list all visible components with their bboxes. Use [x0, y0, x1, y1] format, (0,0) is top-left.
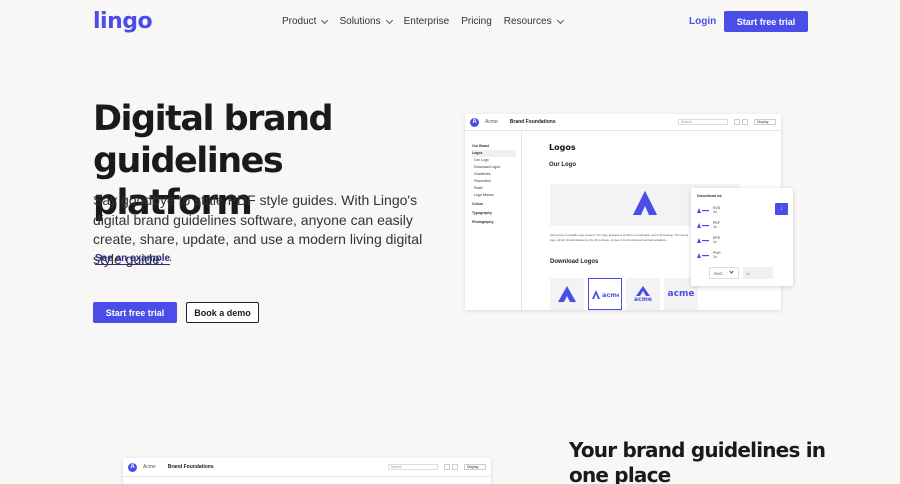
- nav-item-resources[interactable]: Resources: [503, 16, 564, 27]
- book-demo-button[interactable]: Book a demo: [186, 302, 259, 323]
- mock-sidebar-item: Our Logo: [474, 158, 489, 162]
- svg-text:acme: acme: [602, 291, 619, 299]
- square-icon: [444, 464, 450, 470]
- format-label: PDF 1x: [713, 221, 720, 229]
- mock-sidebar-item: Placement: [474, 179, 491, 183]
- format-select: SVG: [709, 267, 739, 279]
- mock-sidebar-item: Guidelines: [474, 172, 491, 176]
- acme-horizontal-icon: [697, 222, 709, 228]
- mock-sidebar-item: Logo Misuse: [474, 193, 494, 197]
- nav-item-product[interactable]: Product: [282, 16, 329, 27]
- format-name: PDF: [713, 220, 720, 225]
- mock-sidebar-item: Logos: [472, 150, 516, 157]
- nav-item-solutions[interactable]: Solutions: [339, 16, 393, 27]
- mock-header: A Acme Brand Foundations Search Display: [123, 458, 491, 477]
- acme-logo-icon: A: [128, 462, 137, 472]
- mock-download-heading: Download Logos: [550, 259, 599, 265]
- mock-search: Search: [678, 119, 728, 125]
- mock-sidebar-item: Our Brand: [472, 144, 490, 148]
- download-format-list: SVG 1x PDF 1x EPS 1x PNG 1x: [697, 202, 787, 262]
- mock-toolbar: [444, 464, 458, 470]
- square-icon: [742, 119, 748, 125]
- download-popover-title: Download as: [697, 193, 722, 198]
- mock-display-select: Display: [754, 119, 776, 125]
- download-format-row: PNG 1x: [697, 247, 787, 262]
- mock-sidebar-item: Scale: [474, 186, 483, 190]
- mock-our-logo: Our Logo: [549, 162, 576, 168]
- acme-horizontal-icon: [697, 207, 709, 213]
- format-name: EPS: [713, 235, 721, 240]
- download-format-row: PDF 1x: [697, 217, 787, 232]
- nav-label: Pricing: [461, 16, 492, 27]
- mock-toolbar: [734, 119, 748, 125]
- logo-tile-horizontal: acme: [588, 278, 622, 310]
- format-name: PNG: [713, 250, 721, 255]
- mock-workspace: Acme: [485, 119, 498, 125]
- mock-heading: Logos: [549, 143, 576, 152]
- tile-wordmark: acme: [667, 289, 695, 299]
- mock-description: Acme has a versatile logo system. Our lo…: [550, 233, 689, 242]
- start-free-trial-button[interactable]: Start free trial: [724, 11, 808, 32]
- acme-horizontal-icon: acme: [592, 290, 619, 299]
- mock-sidebar-item: Colors: [472, 202, 484, 206]
- mock-display-select: Display: [464, 464, 486, 470]
- chevron-down-icon: [729, 269, 735, 274]
- mock-content: Logos Our Logo: [549, 143, 771, 168]
- mock-sidebar-item: Typography: [472, 211, 492, 215]
- format-select-value: SVG: [714, 270, 723, 276]
- format-scale: 1x: [713, 209, 717, 214]
- mock-workspace: Acme: [143, 464, 156, 470]
- mock-brand-title: Brand Foundations: [509, 119, 556, 125]
- see-example-link[interactable]: See an example: [95, 253, 171, 265]
- nav-item-pricing[interactable]: Pricing: [461, 16, 492, 27]
- square-icon: [734, 119, 740, 125]
- nav-item-enterprise[interactable]: Enterprise: [404, 16, 450, 27]
- lingo-logo[interactable]: lingo: [93, 9, 153, 34]
- nav-label: Solutions: [339, 16, 381, 27]
- nav-label: Enterprise: [403, 16, 450, 27]
- square-icon: [452, 464, 458, 470]
- login-link[interactable]: Login: [689, 16, 716, 27]
- chevron-down-icon: [556, 16, 564, 24]
- format-scale: 1x: [713, 254, 717, 259]
- acme-logo-icon: A: [470, 117, 479, 127]
- format-label: EPS 1x: [713, 236, 720, 244]
- format-label: PNG 1x: [713, 251, 721, 259]
- mock-sidebar-item: Photography: [472, 220, 494, 224]
- product-screenshot-2: A Acme Brand Foundations Search Display: [123, 458, 491, 484]
- mock-search: Search: [388, 464, 438, 470]
- chevron-down-icon: [321, 16, 329, 24]
- acme-horizontal-icon: [697, 252, 709, 258]
- format-scale: 1x: [713, 239, 717, 244]
- download-popover: Download as ↓ SVG 1x PDF 1x EPS 1x PNG 1x SVG 1…: [691, 188, 793, 286]
- main-nav: Product Solutions Enterprise Pricing Res…: [282, 16, 564, 27]
- mock-sidebar: Our Brand Logos Our Logo Download Logos Guid…: [465, 131, 522, 310]
- nav-label: Resources: [503, 16, 552, 27]
- example-punctuation: .: [169, 252, 173, 264]
- format-name: SVG: [713, 205, 721, 210]
- mock-sidebar-item: Download Logos: [474, 165, 501, 169]
- download-format-row: SVG 1x: [697, 202, 787, 217]
- download-format-row: EPS 1x: [697, 232, 787, 247]
- download-arrow-icon: ↓: [775, 203, 788, 215]
- nav-label: Product: [282, 16, 317, 27]
- format-scale: 1x: [713, 224, 717, 229]
- section-title: Your brand guidelines in one place: [569, 438, 826, 484]
- logo-tile-stacked: acme: [626, 278, 660, 310]
- acme-symbol-icon: [558, 286, 576, 302]
- tile-wordmark: acme: [634, 296, 652, 303]
- logo-tile-symbol: [550, 278, 584, 310]
- mock-brand-title: Brand Foundations: [167, 464, 214, 470]
- logo-tiles: acme acme acme: [550, 278, 698, 310]
- hero-start-trial-button[interactable]: Start free trial: [93, 302, 177, 323]
- size-input: 1x: [743, 267, 773, 279]
- acme-horizontal-icon: [697, 237, 709, 243]
- format-label: SVG 1x: [713, 206, 720, 214]
- chevron-down-icon: [385, 16, 393, 24]
- mock-header: A Acme Brand Foundations Search Display: [465, 114, 781, 131]
